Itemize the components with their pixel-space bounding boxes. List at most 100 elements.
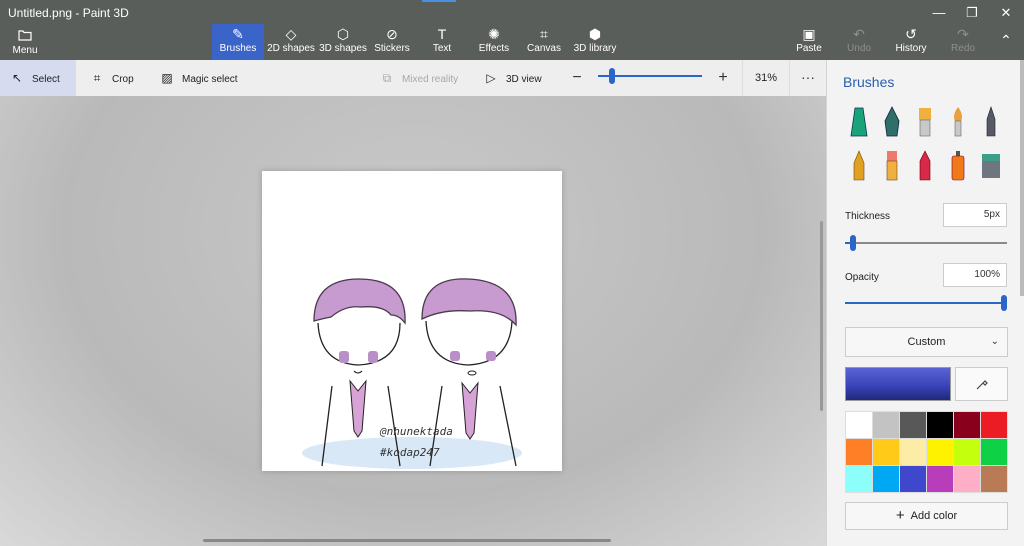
undo-icon: ↶ xyxy=(853,26,865,42)
finish-dropdown[interactable]: Custom ⌄ xyxy=(845,327,1008,357)
history-button[interactable]: ↺ History xyxy=(892,24,930,60)
tab-effects[interactable]: ✺ Effects xyxy=(474,24,514,60)
palette-color-chip[interactable] xyxy=(900,439,926,465)
palette-color-chip[interactable] xyxy=(873,439,899,465)
eraser-icon[interactable] xyxy=(878,148,906,184)
palette-color-chip[interactable] xyxy=(954,412,980,438)
eyedropper-button[interactable] xyxy=(955,367,1008,401)
tab-text[interactable]: T Text xyxy=(422,24,462,60)
tool-options-bar: ↖ Select ⌗ Crop ▨ Magic select ⧉ Mixed reali… xyxy=(0,60,826,96)
opacity-slider[interactable] xyxy=(845,302,1007,304)
crop-icon: ⌗ xyxy=(93,71,101,85)
vertical-scrollbar[interactable] xyxy=(820,221,823,411)
marker-body xyxy=(850,107,868,137)
cursor-icon: ↖ xyxy=(11,71,23,85)
palette-color-chip[interactable] xyxy=(873,412,899,438)
pixel-pen-icon[interactable] xyxy=(977,104,1005,140)
3d-view-icon: ▷ xyxy=(486,71,496,85)
thickness-input[interactable]: 5px xyxy=(943,203,1007,227)
opacity-slider-fill xyxy=(845,302,1007,304)
2d-shapes-icon: ◇ xyxy=(285,26,297,42)
text-icon: T xyxy=(437,26,447,42)
palette-color-chip[interactable] xyxy=(954,439,980,465)
eyedropper-icon xyxy=(976,380,988,390)
horizontal-scrollbar[interactable] xyxy=(203,539,611,542)
add-color-button[interactable]: + Add color xyxy=(845,502,1008,530)
redo-icon: ↷ xyxy=(957,26,969,42)
zoom-in-button[interactable]: + xyxy=(714,60,732,96)
palette-color-chip[interactable] xyxy=(846,412,872,438)
undo-button[interactable]: ↶ Undo xyxy=(842,24,876,60)
oil-brush-icon[interactable] xyxy=(911,104,939,140)
magic-select-button[interactable]: ▨ Magic select xyxy=(160,60,237,96)
opacity-input[interactable]: 100% xyxy=(943,263,1007,287)
palette-color-chip[interactable] xyxy=(846,439,872,465)
menu-button[interactable]: Menu xyxy=(4,26,46,58)
tab-3d-library[interactable]: ⬢ 3D library xyxy=(572,24,618,60)
menu-label: Menu xyxy=(12,45,38,56)
palette-color-chip[interactable] xyxy=(981,466,1007,492)
redo-button[interactable]: ↷ Redo xyxy=(946,24,980,60)
panel-title: Brushes xyxy=(843,74,895,90)
thickness-slider-thumb[interactable] xyxy=(850,235,856,251)
brush-icon: ✎ xyxy=(232,26,244,42)
opacity-slider-thumb[interactable] xyxy=(1001,295,1007,311)
opacity-label: Opacity xyxy=(845,272,879,283)
stickers-icon: ⊘ xyxy=(386,26,398,42)
zoom-slider-thumb[interactable] xyxy=(609,68,615,84)
palette-color-chip[interactable] xyxy=(927,466,953,492)
history-icon: ↺ xyxy=(905,26,917,42)
canvas-hashtag-text: #kodap247 xyxy=(380,446,440,459)
mixed-reality-button[interactable]: ⧉ Mixed reality xyxy=(380,60,458,96)
close-button[interactable]: ✕ xyxy=(989,2,1023,24)
palette-color-chip[interactable] xyxy=(981,412,1007,438)
tab-2d-shapes[interactable]: ◇ 2D shapes xyxy=(266,24,316,60)
watercolor-icon[interactable] xyxy=(944,104,972,140)
palette-color-chip[interactable] xyxy=(981,439,1007,465)
marker-icon[interactable] xyxy=(845,104,873,140)
window-title: Untitled.png - Paint 3D xyxy=(8,6,129,20)
clipboard-icon: ▣ xyxy=(802,26,816,42)
fill-icon[interactable] xyxy=(977,148,1005,184)
palette-color-chip[interactable] xyxy=(873,466,899,492)
chevron-up-icon: ⌃ xyxy=(1000,32,1012,48)
palette-color-chip[interactable] xyxy=(954,466,980,492)
spray-can-icon[interactable] xyxy=(944,148,972,184)
drawing-canvas[interactable]: @nhunektada #kodap247 xyxy=(262,171,562,471)
crop-button[interactable]: ⌗ Crop xyxy=(90,60,134,96)
3d-view-button[interactable]: ▷ 3D view xyxy=(484,60,541,96)
crayon-icon[interactable] xyxy=(911,148,939,184)
color-palette xyxy=(845,411,1008,493)
tab-brushes[interactable]: ✎ Brushes xyxy=(212,24,264,60)
tab-stickers[interactable]: ⊘ Stickers xyxy=(370,24,414,60)
palette-color-chip[interactable] xyxy=(927,439,953,465)
pencil-icon[interactable] xyxy=(845,148,873,184)
tab-3d-shapes[interactable]: ⬡ 3D shapes xyxy=(318,24,368,60)
title-toolbar: Untitled.png - Paint 3D — ❐ ✕ Menu ✎ Bru… xyxy=(0,0,1024,60)
panel-scrollbar[interactable] xyxy=(1020,60,1024,296)
calligraphy-pen-icon[interactable] xyxy=(878,104,906,140)
chevron-down-icon: ⌄ xyxy=(990,336,999,347)
zoom-out-button[interactable]: − xyxy=(568,60,586,96)
minimize-button[interactable]: — xyxy=(922,2,956,24)
maximize-button[interactable]: ❐ xyxy=(955,2,989,24)
thickness-slider[interactable] xyxy=(845,242,1007,244)
active-indicator xyxy=(422,0,456,2)
3d-library-icon: ⬢ xyxy=(588,26,602,42)
mixed-reality-icon: ⧉ xyxy=(382,71,392,85)
folder-icon xyxy=(18,30,32,41)
select-button[interactable]: ↖ Select xyxy=(0,60,76,96)
tab-canvas[interactable]: ⌗ Canvas xyxy=(524,24,564,60)
more-options-button[interactable]: ··· xyxy=(796,60,820,96)
palette-color-chip[interactable] xyxy=(846,466,872,492)
current-color-swatch[interactable] xyxy=(845,367,951,401)
workspace: @nhunektada #kodap247 xyxy=(0,96,826,546)
paste-button[interactable]: ▣ Paste xyxy=(792,24,826,60)
canvas-handle-text: @nhunektada xyxy=(380,425,453,438)
palette-color-chip[interactable] xyxy=(900,466,926,492)
brushes-panel: Brushes Thickness 5px Opacity 100% Custo… xyxy=(826,60,1024,546)
palette-color-chip[interactable] xyxy=(927,412,953,438)
palette-color-chip[interactable] xyxy=(900,412,926,438)
effects-icon: ✺ xyxy=(488,26,500,42)
zoom-value: 31% xyxy=(742,60,790,96)
